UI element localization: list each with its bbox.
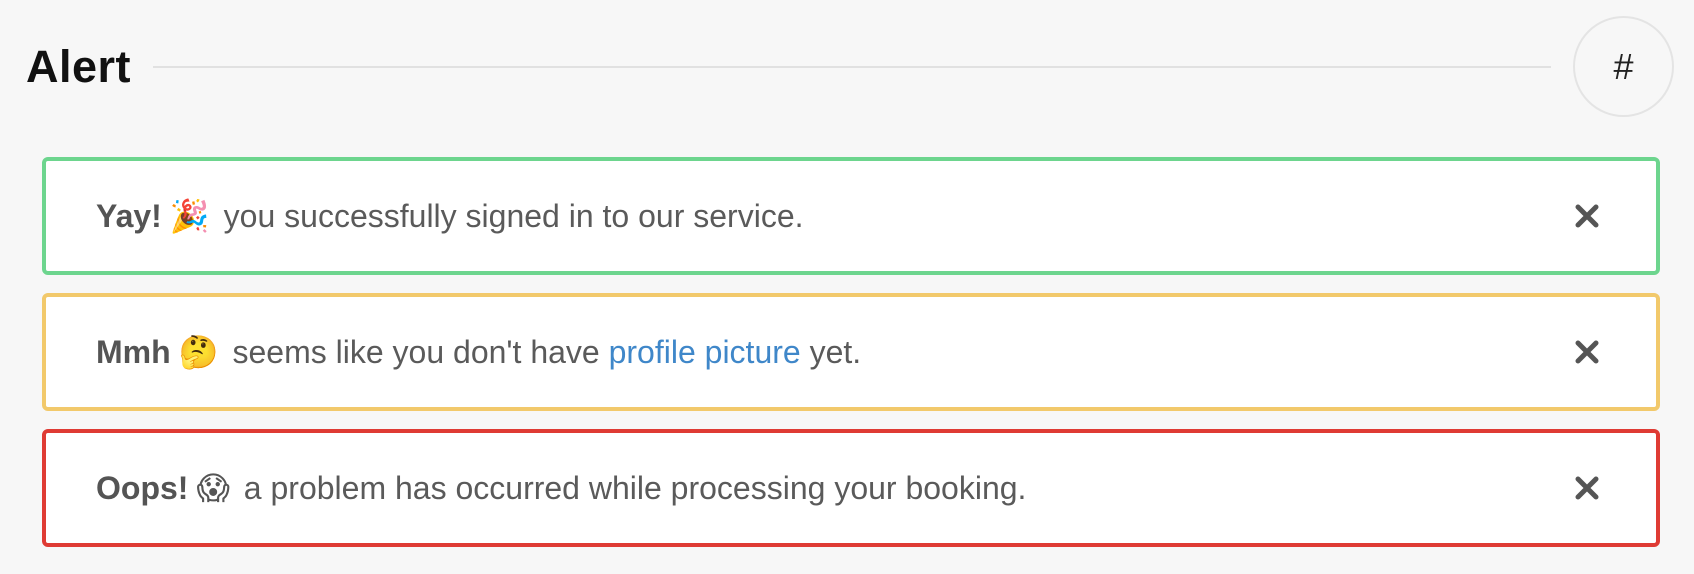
thinking-face-icon: 🤔 [178,334,219,370]
header-divider [153,65,1551,68]
close-icon [1575,476,1599,500]
alert-message: you successfully signed in to our servic… [223,197,804,234]
alert-lead: Oops! [96,469,189,506]
alert-message: seems like you don't have profile pictur… [233,334,862,371]
section-header: Alert # [26,16,1674,117]
close-button[interactable] [1572,201,1602,231]
party-popper-icon: 🎉 [169,198,210,234]
alert-danger: Oops! 😱 a problem has occurred while pro… [42,429,1660,547]
anchor-link-button[interactable]: # [1573,16,1674,117]
alert-lead: Yay! [96,197,162,234]
alert-lead: Mmh [96,333,171,370]
alert-success: Yay! 🎉 you successfully signed in to our… [42,157,1660,275]
alert-message: a problem has occurred while processing … [243,469,1027,506]
alert-warning: Mmh 🤔 seems like you don't have profile … [42,293,1660,411]
screaming-face-icon: 😱 [196,470,230,506]
alert-message-after: yet. [809,333,862,370]
alert-message-before: seems like you don't have [232,333,600,370]
close-button[interactable] [1572,337,1602,367]
alert-list: Yay! 🎉 you successfully signed in to our… [42,157,1660,565]
section-title: Alert [26,40,132,92]
close-icon [1575,340,1599,364]
alert-demo-page: Alert # Yay! 🎉 you successfully signed i… [0,0,1694,574]
close-icon [1575,204,1599,228]
close-button[interactable] [1572,473,1602,503]
profile-picture-link[interactable]: profile picture [609,334,801,370]
